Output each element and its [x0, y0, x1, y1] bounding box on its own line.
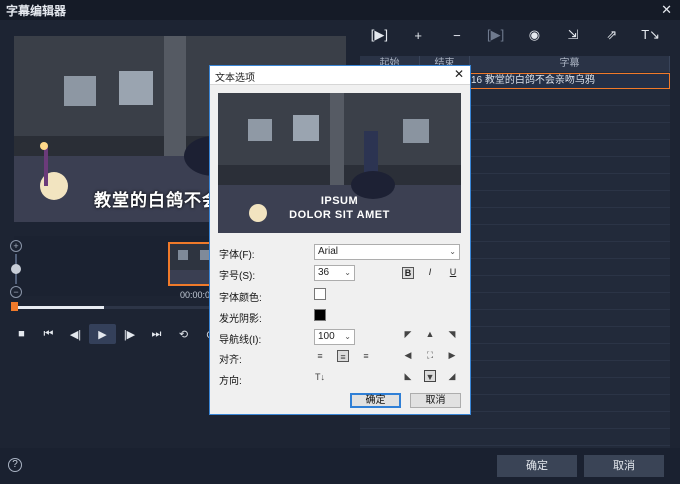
color-label: 字体颜色:: [219, 293, 262, 304]
size-select[interactable]: 36 ⌄: [314, 265, 355, 281]
chevron-down-icon: ⌄: [344, 268, 351, 277]
step-back-icon[interactable]: ◀|: [62, 324, 89, 344]
zoom-in-icon[interactable]: +: [10, 240, 22, 252]
center-icon[interactable]: ⛶: [424, 349, 436, 361]
bold-button[interactable]: B: [402, 267, 414, 279]
zoom-out-icon[interactable]: −: [10, 286, 22, 298]
arrow-left-icon[interactable]: ◀: [402, 349, 414, 361]
row-subtitle-text: 16 教堂的白鸽不会亲吻乌鸦: [471, 75, 595, 86]
arrow-up-left-icon[interactable]: ◤: [402, 328, 414, 340]
position-grid: ◤ ▲ ◥ ◀ ⛶ ▶ ◣ ▼ ◢: [402, 328, 458, 384]
text-options-dialog: 文本选项 ✕ IPSUM DOLOR SIT AMET 字体(F): Arial…: [209, 65, 471, 415]
dialog-close-icon[interactable]: ✕: [454, 67, 464, 81]
glow-color-swatch[interactable]: [314, 309, 326, 321]
direction-label: 方向:: [219, 376, 242, 387]
scrub-progress: [14, 306, 104, 309]
text-options-icon[interactable]: T↘: [639, 27, 663, 43]
dialog-ok-button[interactable]: 确定: [350, 393, 401, 408]
ok-button[interactable]: 确定: [497, 455, 577, 477]
guide-value: 100: [318, 331, 335, 342]
dialog-cancel-button[interactable]: 取消: [410, 393, 461, 408]
go-start-icon[interactable]: ⏮: [35, 324, 62, 344]
guide-select[interactable]: 100 ⌄: [314, 329, 355, 345]
arrow-up-icon[interactable]: ▲: [424, 328, 436, 340]
header-subtitle[interactable]: 字幕: [470, 56, 670, 72]
export-icon[interactable]: ⇗: [600, 27, 624, 43]
zoom-slider[interactable]: + −: [10, 240, 22, 300]
playback-controls: ■ ⏮ ◀| ▶ |▶ ⏭ ⟲ ⊙: [8, 324, 224, 344]
help-icon[interactable]: ?: [8, 458, 22, 472]
font-select[interactable]: Arial ⌄: [314, 244, 460, 260]
playhead-marker[interactable]: [11, 302, 18, 311]
window-title: 字幕编辑器: [6, 3, 67, 18]
dialog-preview: IPSUM DOLOR SIT AMET: [218, 93, 461, 233]
preview-line-2: DOLOR SIT AMET: [289, 209, 390, 221]
align-right-icon[interactable]: ≡: [360, 350, 372, 362]
italic-button[interactable]: I: [424, 267, 436, 279]
glow-label: 发光阴影:: [219, 314, 262, 325]
font-color-swatch[interactable]: [314, 288, 326, 300]
arrow-down-left-icon[interactable]: ◣: [402, 370, 414, 382]
arrow-down-icon[interactable]: ▼: [424, 370, 436, 382]
footer-bar: [0, 448, 680, 484]
text-direction-icon[interactable]: T↓: [314, 371, 326, 383]
add-icon[interactable]: +: [406, 28, 430, 43]
step-forward-icon[interactable]: |▶: [116, 324, 143, 344]
import-icon[interactable]: ⇲: [561, 27, 585, 43]
align-label: 对齐:: [219, 355, 242, 366]
chevron-down-icon: ⌄: [344, 332, 351, 341]
table-row[interactable]: [360, 413, 670, 429]
font-value: Arial: [318, 246, 339, 257]
guide-label: 导航线(I):: [219, 335, 262, 346]
go-end-icon[interactable]: ⏭: [143, 324, 170, 344]
size-value: 36: [318, 267, 330, 278]
subtitle-editor-window: 字幕编辑器 ✕ 教堂的白鸽不会来 + − 00:00:00 ■ ⏮ ◀| ▶ |…: [0, 0, 680, 484]
close-icon[interactable]: ✕: [661, 2, 672, 18]
subtitle-toolbar: [▶] + − [▶] ◉ ⇲ ⇗ T↘: [360, 24, 670, 46]
dialog-title: 文本选项: [215, 73, 255, 84]
play-icon[interactable]: ▶: [89, 324, 116, 344]
preview-line-1: IPSUM: [320, 195, 359, 207]
table-row[interactable]: [360, 430, 670, 446]
stop-icon[interactable]: ■: [8, 324, 35, 344]
align-left-icon[interactable]: ≡: [314, 350, 326, 362]
underline-button[interactable]: U: [447, 267, 459, 279]
eye-icon[interactable]: ◉: [522, 27, 546, 43]
arrow-up-right-icon[interactable]: ◥: [446, 328, 458, 340]
remove-icon[interactable]: −: [445, 28, 469, 43]
cancel-button[interactable]: 取消: [584, 455, 664, 477]
align-center-icon[interactable]: ≡: [337, 350, 349, 362]
insert-subtitle-icon[interactable]: [▶]: [367, 27, 391, 43]
loop-icon[interactable]: ⟲: [170, 324, 197, 344]
split-icon[interactable]: [▶]: [484, 27, 508, 43]
arrow-down-right-icon[interactable]: ◢: [446, 370, 458, 382]
zoom-knob[interactable]: [11, 264, 21, 274]
size-label: 字号(S):: [219, 271, 256, 282]
arrow-right-icon[interactable]: ▶: [446, 349, 458, 361]
title-bar: 字幕编辑器 ✕: [0, 0, 680, 20]
dialog-title-bar: 文本选项 ✕: [210, 66, 470, 85]
font-label: 字体(F):: [219, 250, 255, 261]
chevron-down-icon: ⌄: [449, 247, 456, 256]
